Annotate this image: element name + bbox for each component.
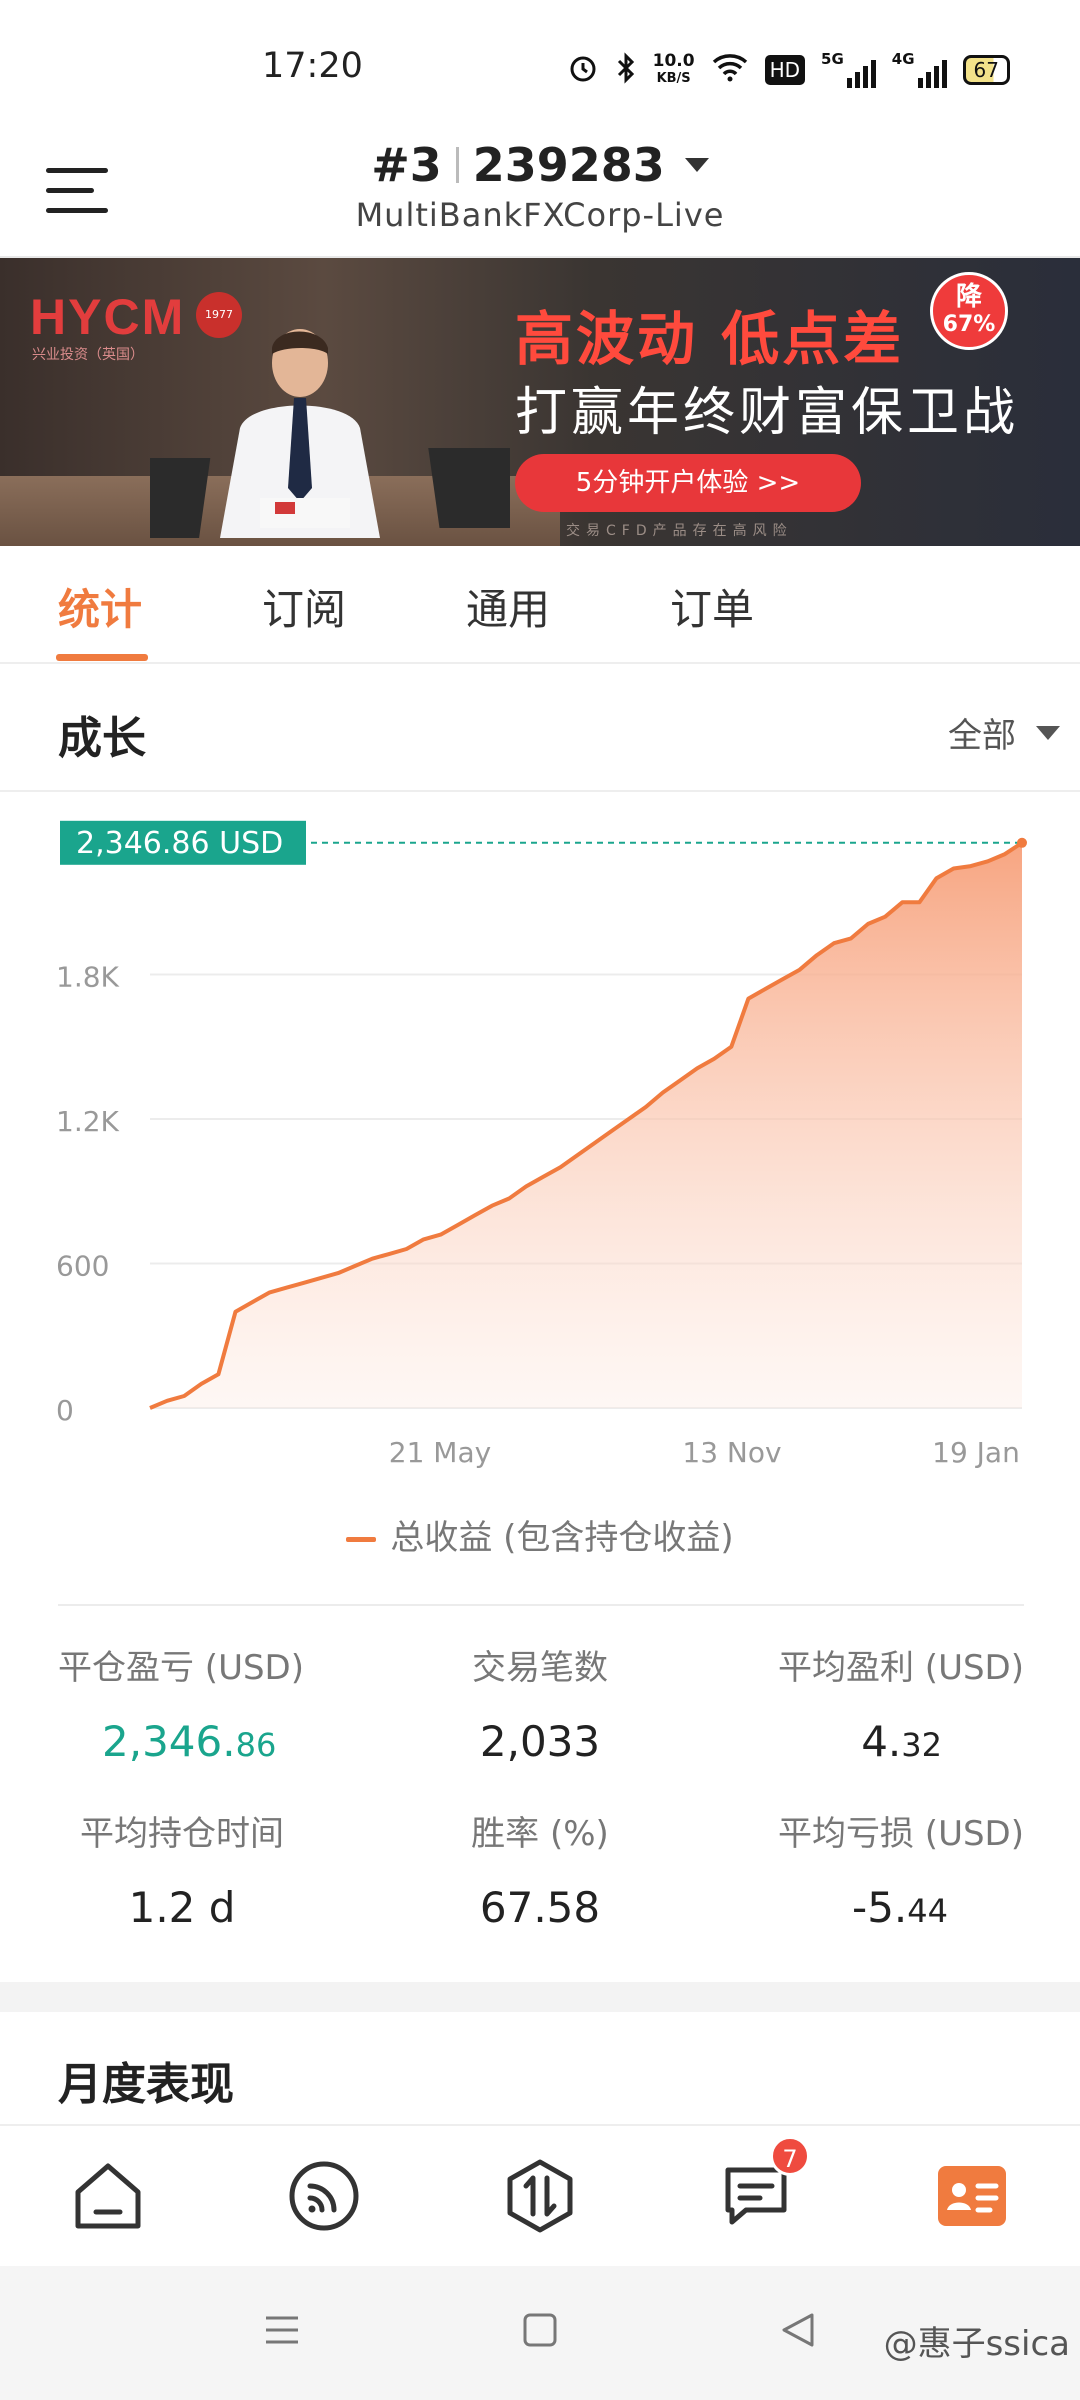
active-tab-indicator [56,654,148,661]
y-tick-label: 600 [56,1250,109,1283]
menu-icon [266,2316,298,2344]
y-tick-label: 1.8K [56,961,120,994]
legend-swatch [346,1537,377,1542]
nav-feed[interactable] [284,2156,364,2236]
stat-value: 1.2 d [128,1883,236,1932]
home-system-button[interactable] [520,2310,560,2354]
tab-statistics[interactable]: 统计 [58,576,142,637]
banner-headline: 高波动 低点差 [515,305,905,373]
series-area [150,842,1022,1408]
stat-value: 4.32 [861,1717,942,1766]
nav-profile[interactable] [932,2156,1012,2236]
stat-label: 平均亏损 (USD) [778,1814,1024,1854]
y-tick-label: 1.2K [56,1105,120,1138]
growth-header: 成长 全部 [0,664,1080,792]
stat-value: 2,033 [479,1717,601,1766]
growth-chart[interactable]: 0 600 1.2K 1.8K 21 May 13 Nov 19 Jan 2,346.86 U… [0,792,1080,1582]
stat-label: 交易笔数 [472,1648,608,1688]
tab-subscriptions[interactable]: 订阅 [262,576,346,637]
tab-bar: 统计 订阅 通用 订单 [0,546,1080,664]
wifi-icon [711,52,749,88]
stat-avg-profit: 平均盈利 (USD) 4.32 [684,1640,1024,1766]
open-account-button[interactable]: 5分钟开户体验 >> [515,454,861,512]
stat-win-rate: 胜率 (%) 67.58 [370,1806,710,1932]
chart-legend: 总收益 (包含持仓收益) [0,1510,1080,1559]
stat-avg-loss: 平均亏损 (USD) -5.44 [684,1806,1024,1932]
banner-subline: 打赢年终财富保卫战 [515,383,1020,443]
banner-logo-subtitle: 兴业投资（英国） [32,347,144,363]
watermark: @惠子ssica [883,2324,1070,2364]
series-end-point [1017,837,1027,848]
legend-label: 总收益 (包含持仓收益) [390,1518,734,1558]
recents-button[interactable] [262,2310,302,2354]
tab-orders[interactable]: 订单 [670,576,754,637]
x-tick-label: 19 Jan [932,1436,1020,1469]
period-filter[interactable]: 全部 [948,708,1060,757]
home-icon [75,2163,141,2229]
app-header: #3 239283 MultiBankFXCorp-Live [0,130,1080,258]
x-tick-label: 13 Nov [682,1436,781,1469]
account-prefix: #3 [371,138,442,192]
net-speed: 10.0 KB/S [652,51,695,87]
stats-grid: 平仓盈亏 (USD) 2,346.86 交易笔数 2,033 平均盈利 (USD… [0,1640,1080,1980]
monthly-performance-title: 月度表现 [58,2059,234,2110]
stat-value: -5.44 [852,1883,948,1932]
status-bar: 17:20 10.0 KB/S HD 5G 4G 67 [0,0,1080,130]
account-separator [455,147,459,183]
y-tick-label: 0 [56,1394,74,1427]
signal-5g-icon: 5G [821,52,876,88]
growth-title: 成长 [58,713,146,764]
account-selector[interactable]: #3 239283 MultiBankFXCorp-Live [0,138,1080,234]
section-separator [0,1982,1080,2012]
risk-warning: 交易CFD产品存在高风险 [566,523,793,539]
feed-icon [289,2161,359,2231]
back-icon [782,2313,814,2347]
alarm-icon [567,52,599,88]
trade-icon [507,2159,573,2233]
stat-label: 平均盈利 (USD) [778,1648,1024,1688]
status-icons: 10.0 KB/S HD 5G 4G 67 [567,52,1010,88]
back-button[interactable] [778,2310,818,2354]
stat-closed-pnl: 平仓盈亏 (USD) 2,346.86 [58,1640,398,1766]
stat-value: 2,346.86 [102,1717,277,1766]
promo-banner[interactable]: HYCM 兴业投资（英国） 1977 高波动 低点差 降 67% 打赢年终财富保… [0,258,1080,546]
signal-4g-icon: 4G [892,52,947,88]
growth-chart-svg: 0 600 1.2K 1.8K 21 May 13 Nov 19 Jan 2,346.86 U… [56,820,1027,1469]
profile-card-icon [938,2166,1006,2226]
nav-trade[interactable] [500,2156,580,2236]
status-time: 17:20 [262,46,363,86]
nav-home[interactable] [68,2156,148,2236]
banner-trader-illustration [150,329,510,538]
x-tick-label: 21 May [389,1436,491,1469]
stat-label: 平均持仓时间 [80,1814,284,1854]
battery-icon: 67 [962,55,1010,85]
server-name: MultiBankFXCorp-Live [355,196,725,234]
hd-icon: HD [764,55,806,85]
stat-label: 平仓盈亏 (USD) [58,1648,304,1688]
bluetooth-icon [615,52,637,88]
account-number: 239283 [472,138,665,192]
stat-label: 胜率 (%) [471,1814,609,1854]
divider [58,1604,1024,1606]
chevron-down-icon [684,158,709,172]
stat-value: 67.58 [479,1883,601,1932]
current-value-label: 2,346.86 USD [76,826,283,861]
discount-badge: 降 67% [930,272,1008,350]
chevron-down-icon [1036,725,1060,740]
square-icon [523,2313,557,2347]
stat-avg-hold-time: 平均持仓时间 1.2 d [12,1806,352,1932]
bottom-navigation: 7 [0,2124,1080,2266]
period-filter-label: 全部 [948,716,1016,756]
tab-general[interactable]: 通用 [466,576,550,637]
messages-badge: 7 [770,2136,810,2176]
stat-trades: 交易笔数 2,033 [370,1640,710,1766]
nav-messages[interactable]: 7 [716,2136,810,2236]
